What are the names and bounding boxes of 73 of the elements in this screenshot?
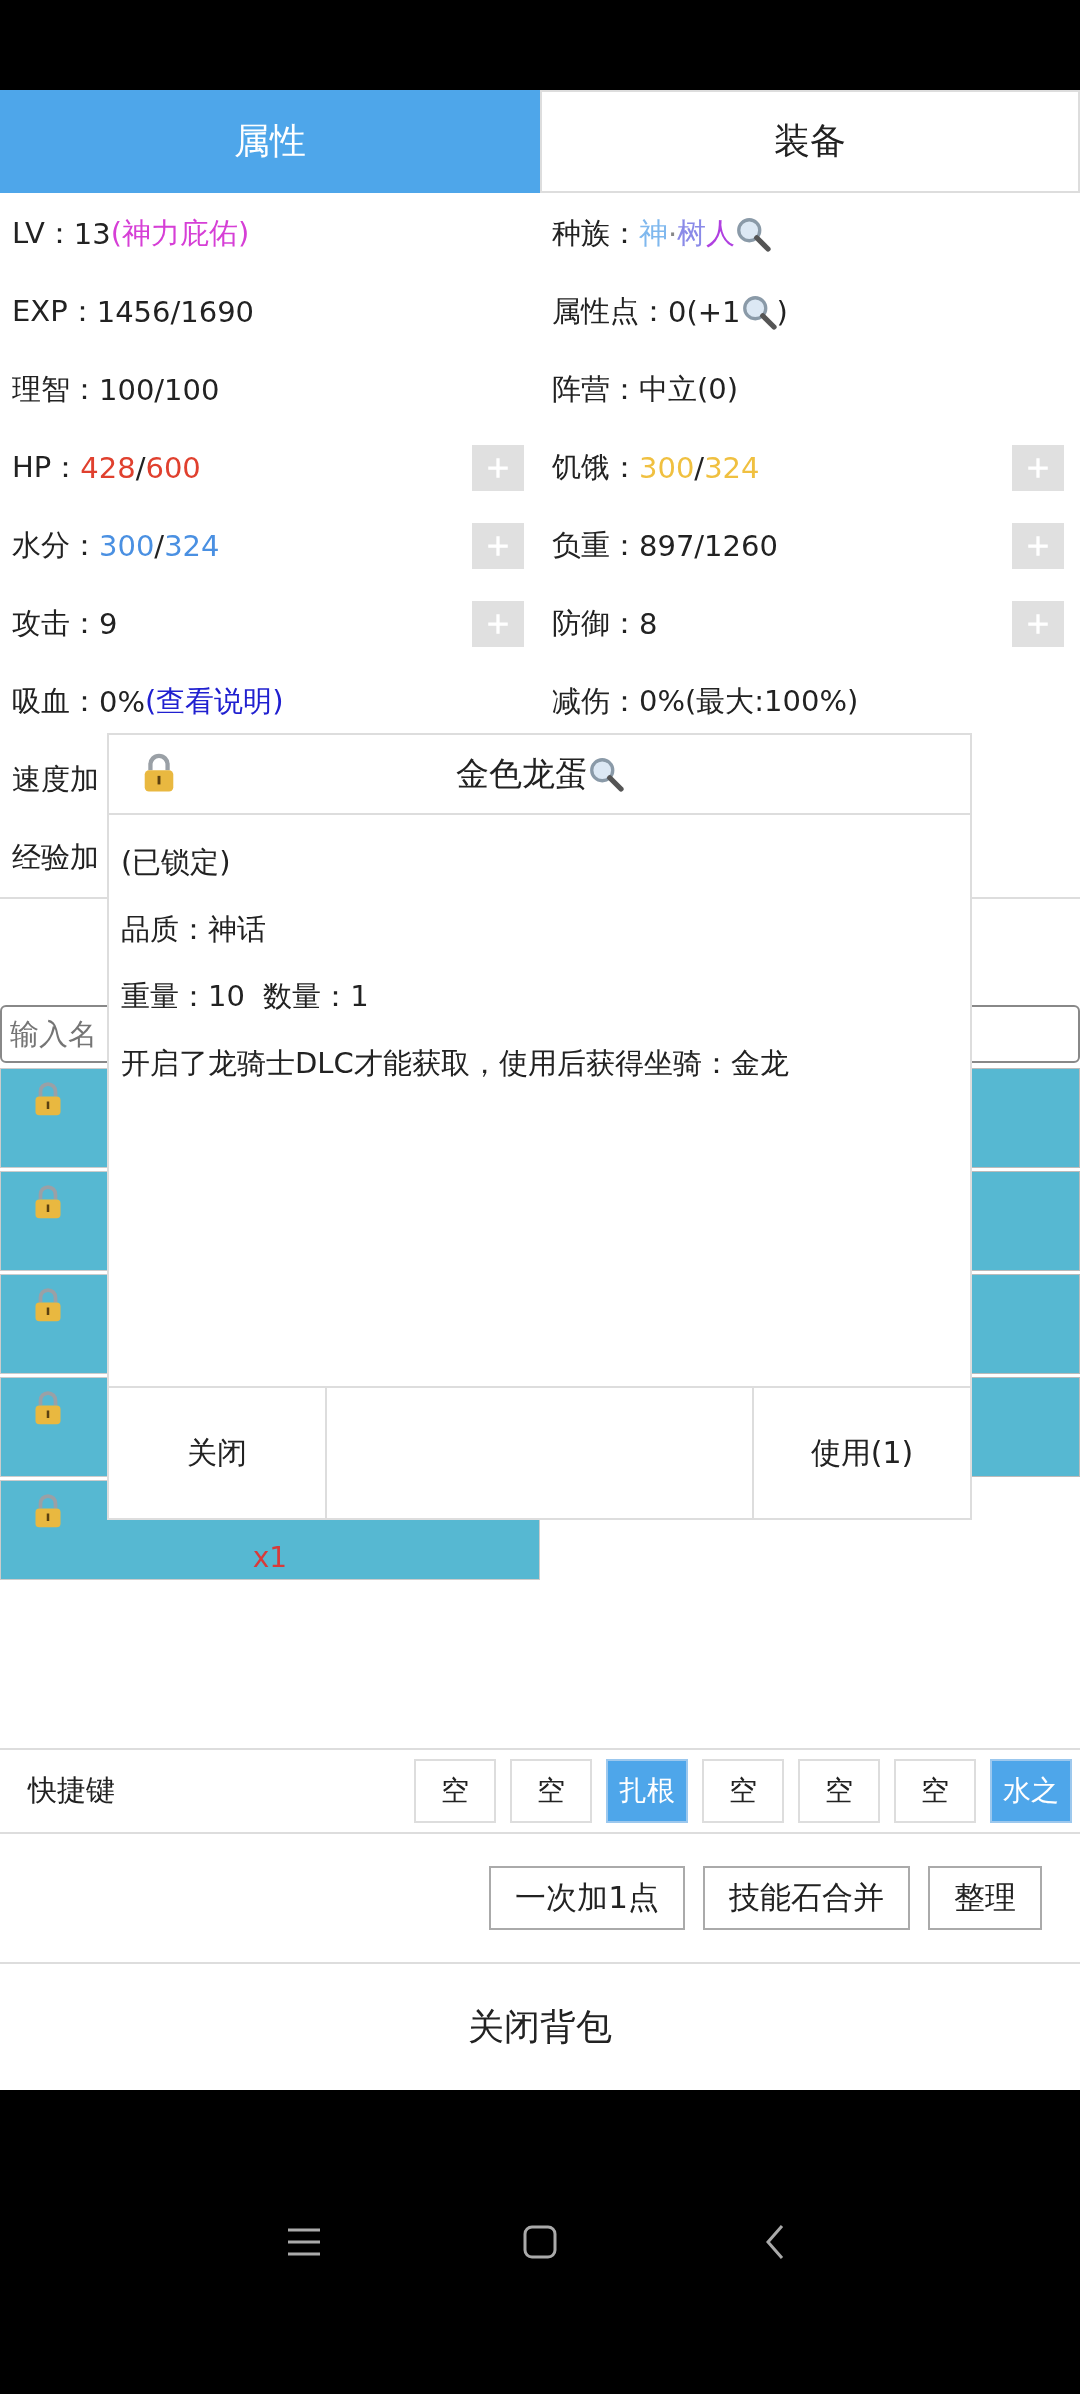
stat-value: / (694, 451, 705, 485)
item-detail: (已锁定) (121, 844, 232, 881)
plus-icon (1025, 533, 1051, 559)
action-button[interactable]: 整理 (928, 1866, 1042, 1930)
stat-value: / (154, 529, 165, 563)
stat-value: 100/100 (99, 373, 220, 407)
item-detail: 开启了龙骑士DLC才能获取，使用后获得坐骑：金龙 (121, 1045, 790, 1082)
stat-value: 8 (639, 607, 658, 641)
search-icon (587, 756, 624, 792)
action-button[interactable]: 一次加1点 (489, 1866, 685, 1930)
plus-icon (1025, 611, 1051, 637)
plus-button[interactable] (1012, 601, 1064, 647)
plus-icon (485, 533, 511, 559)
quick-slot[interactable]: 空 (894, 1759, 976, 1823)
stat-label: 攻击： (12, 605, 99, 642)
stat-value: 9 (99, 607, 118, 641)
stat-value: 428 (80, 451, 136, 485)
stat-value: 324 (704, 451, 760, 485)
plus-button[interactable] (1012, 523, 1064, 569)
plus-button[interactable] (472, 523, 524, 569)
plus-icon (485, 455, 511, 481)
item-count: x1 (252, 1541, 288, 1575)
quick-slot[interactable]: 空 (798, 1759, 880, 1823)
plus-button[interactable] (472, 601, 524, 647)
quickbar-label: 快捷键 (28, 1772, 116, 1809)
info-link[interactable]: (查看说明) (145, 682, 284, 722)
stat-label: 饥饿： (552, 449, 639, 486)
stat-label: LV： (12, 215, 74, 252)
stat-value: 神 (639, 215, 668, 252)
stat-label: 种族： (552, 215, 639, 252)
stat-value: / (135, 451, 146, 485)
stat-value: 600 (145, 451, 201, 485)
stat-label: 负重： (552, 527, 639, 564)
stat-label: 理智： (12, 371, 99, 408)
stat-value: 0% (99, 685, 145, 719)
stat-value: 树 (677, 215, 707, 252)
stat-value: 0(+1 (668, 295, 741, 329)
stat-label: 防御： (552, 605, 639, 642)
stat-value: 1456/1690 (96, 295, 255, 329)
stat-label: 减伤： (552, 683, 639, 720)
search-icon (740, 294, 777, 330)
stat-value: · (668, 217, 678, 251)
dialog-title: 金色龙蛋 (455, 752, 588, 795)
stat-value: 897/1260 (639, 529, 778, 563)
stat-value: 中立(0) (639, 371, 739, 408)
stat-value: (神力庇佑) (110, 215, 250, 252)
stat-label: EXP： (12, 293, 97, 330)
item-detail: 重量：10 数量：1 (121, 978, 370, 1015)
stat-value: 13 (73, 217, 111, 251)
stat-value: 300 (99, 529, 155, 563)
stat-value: 300 (639, 451, 695, 485)
stat-label: 属性点： (552, 293, 668, 330)
stat-value: ) (776, 295, 788, 329)
item-detail: 品质：神话 (121, 911, 267, 948)
stat-label: 阵营： (552, 371, 639, 408)
stat-label: 速度加 (12, 761, 99, 798)
stat-value: 324 (164, 529, 220, 563)
quick-slot[interactable]: 空 (414, 1759, 496, 1823)
plus-icon (485, 611, 511, 637)
quick-slot[interactable]: 空 (702, 1759, 784, 1823)
tab[interactable]: 装备 (540, 90, 1080, 193)
stat-label: HP： (12, 449, 81, 486)
stat-value: 人 (706, 215, 736, 252)
search-icon (735, 216, 772, 252)
plus-button[interactable] (472, 445, 524, 491)
stat-label: 水分： (12, 527, 99, 564)
action-button[interactable]: 技能石合并 (703, 1866, 910, 1930)
plus-icon (1025, 455, 1051, 481)
quick-slot[interactable]: 空 (510, 1759, 592, 1823)
stat-label: 吸血： (12, 683, 99, 720)
stat-label: 经验加 (12, 839, 99, 876)
plus-button[interactable] (1012, 445, 1064, 491)
stat-value: 0%(最大:100%) (639, 683, 859, 720)
